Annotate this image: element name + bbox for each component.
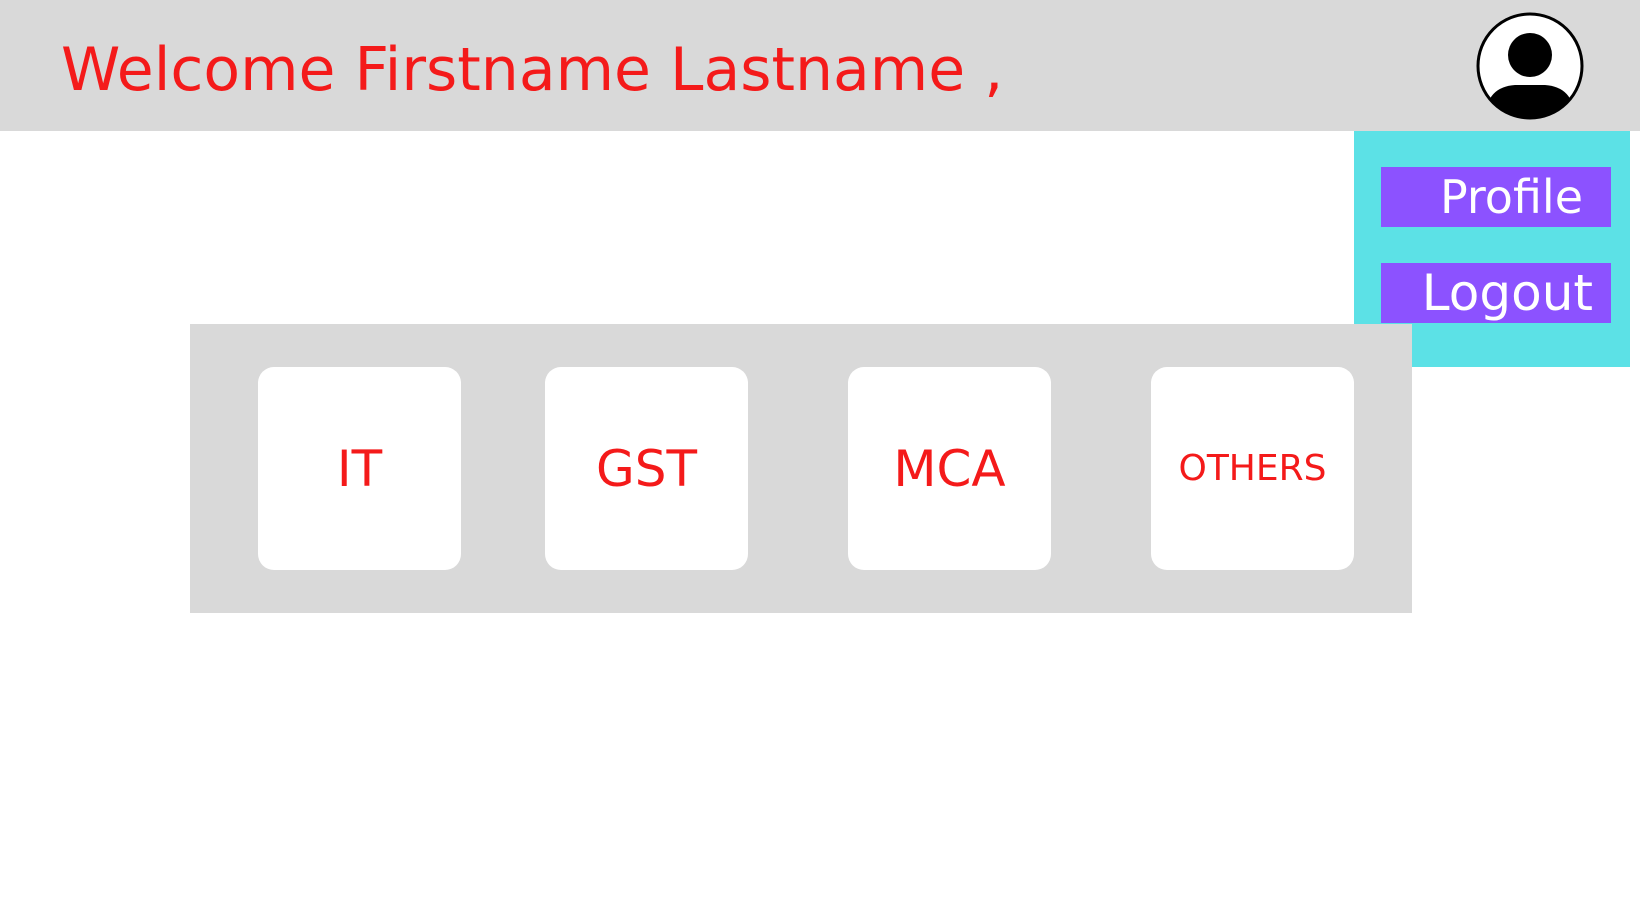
category-label: MCA [893, 439, 1006, 498]
category-card-gst[interactable]: GST [545, 367, 748, 570]
user-profile-icon [1476, 12, 1584, 120]
category-label: GST [595, 439, 698, 498]
top-header: Welcome Firstname Lastname , [0, 0, 1640, 131]
category-card-it[interactable]: IT [258, 367, 461, 570]
logout-button[interactable]: Logout [1381, 263, 1611, 323]
category-panel: IT GST MCA OTHERS [190, 324, 1412, 613]
user-avatar-button[interactable] [1475, 11, 1585, 121]
category-card-others[interactable]: OTHERS [1151, 367, 1354, 570]
category-label: IT [336, 439, 383, 498]
category-label: OTHERS [1178, 448, 1327, 489]
page: Welcome Firstname Lastname , Profile Log… [0, 0, 1640, 924]
profile-button[interactable]: Profile [1381, 167, 1611, 227]
welcome-message: Welcome Firstname Lastname , [61, 35, 1004, 105]
category-card-mca[interactable]: MCA [848, 367, 1051, 570]
